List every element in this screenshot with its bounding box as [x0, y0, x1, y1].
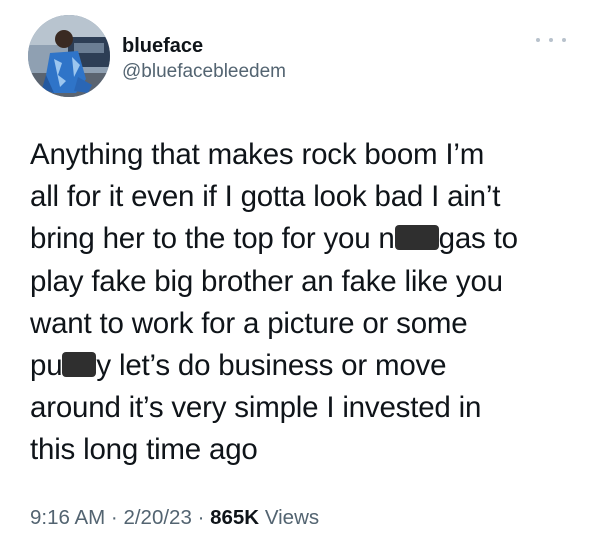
views-count: 865K [210, 506, 260, 529]
censor-bar [62, 352, 97, 378]
tweet-text-line: this long time ago [30, 433, 258, 467]
dot [536, 38, 540, 42]
tweet-text-line: all for it even if I gotta look bad I ai… [30, 180, 501, 214]
meta-separator: · [110, 506, 118, 529]
tweet-text-segment: y let’s do business or move [96, 349, 447, 383]
author-avatar[interactable] [28, 15, 110, 97]
tweet-text-line: play fake big brother an fake like you [30, 264, 503, 298]
tweet-date[interactable]: 2/20/23 [123, 506, 191, 529]
views-label: Views [264, 506, 320, 529]
avatar-photo-icon [28, 15, 110, 97]
tweet-text-line: Anything that makes rock boom I’m [30, 138, 485, 171]
tweet-text-line: want to work for a picture or some [30, 306, 468, 340]
tweet-meta: 9:16 AM · 2/20/23 · 865K Views [30, 505, 319, 531]
tweet-text: Anything that makes rock boom I’m all fo… [30, 134, 575, 472]
meta-separator: · [197, 506, 205, 529]
tweet-text-line: pu y let’s do business or move [30, 345, 575, 387]
dot [562, 38, 566, 42]
author-handle[interactable]: @bluefacebleedem [122, 60, 286, 84]
tweet-text-segment: gas to [438, 222, 518, 256]
tweet-text-segment: pu [30, 349, 63, 383]
tweet-text-segment: bring her to the top for you n [30, 222, 395, 256]
tweet-text-line: around it’s very simple I invested in [30, 391, 482, 425]
censor-bar [394, 225, 439, 251]
tweet-card: blueface @bluefacebleedem Anything that … [0, 0, 595, 548]
tweet-time[interactable]: 9:16 AM [30, 506, 105, 529]
author-display-name[interactable]: blueface [122, 34, 203, 58]
tweet-text-line: bring her to the top for you n gas to [30, 218, 575, 260]
dot [549, 38, 553, 42]
more-dots-icon[interactable] [536, 32, 566, 48]
